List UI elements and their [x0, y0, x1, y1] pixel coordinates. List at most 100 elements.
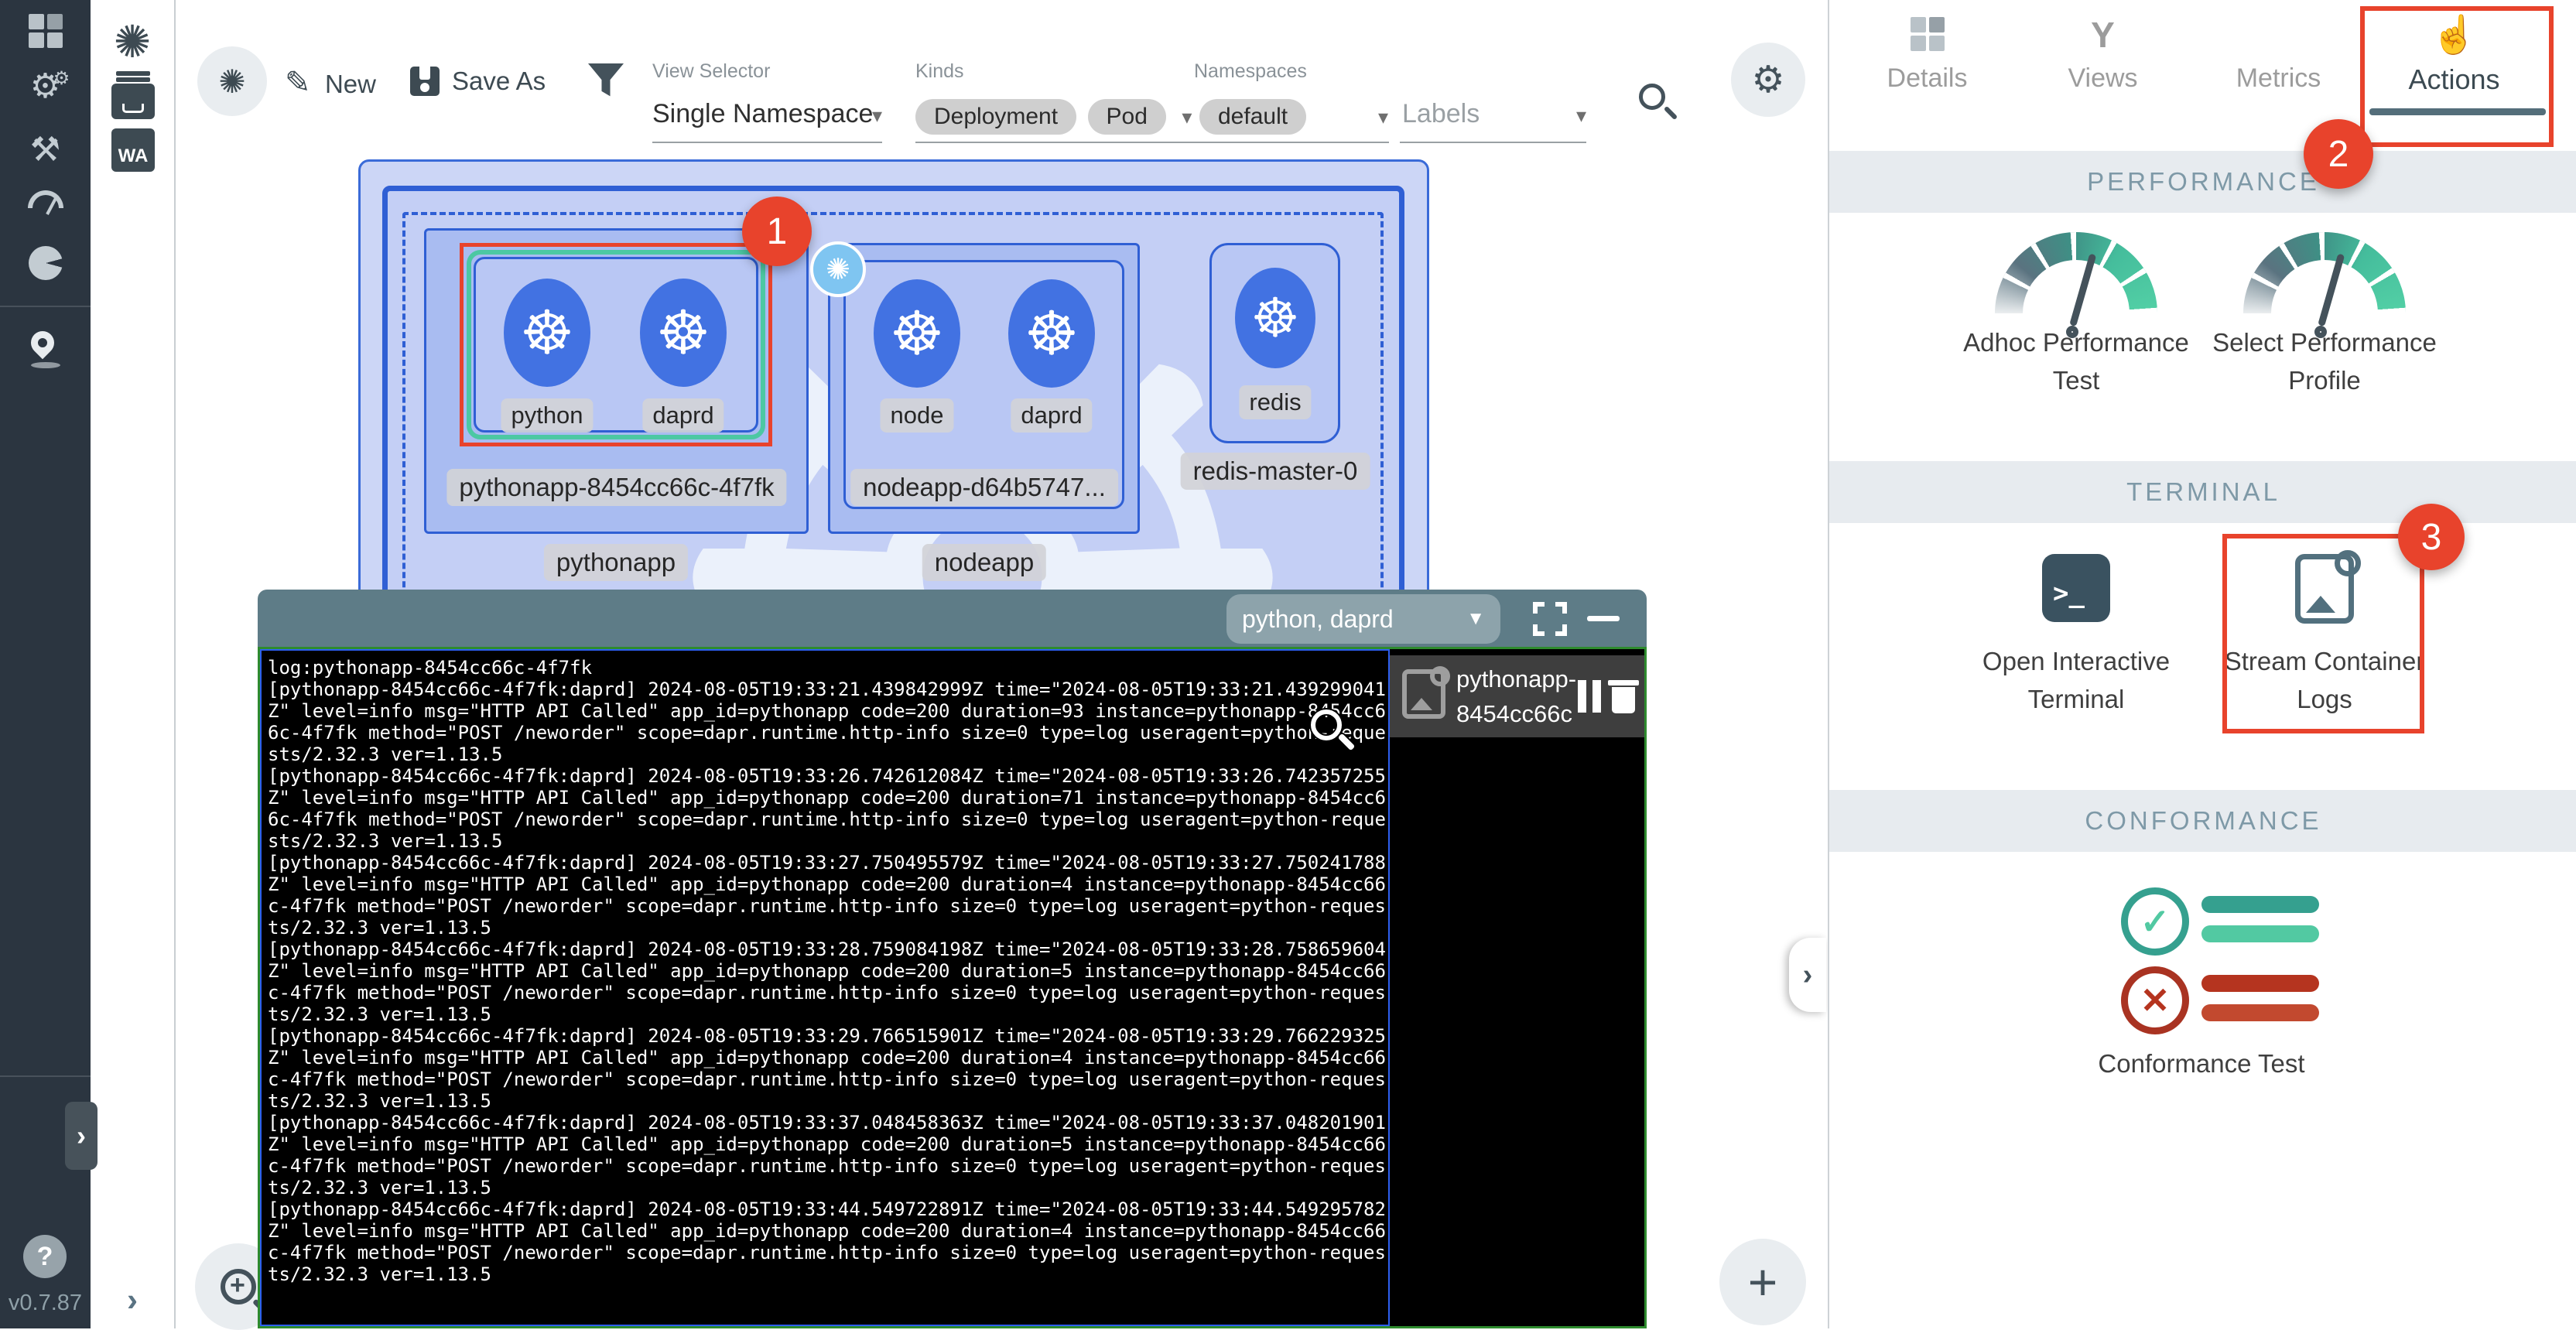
chevron-down-icon: ▾ [1182, 105, 1192, 128]
chevron-down-icon: ▼ [1466, 608, 1485, 630]
k8s-wheel-icon: ☸ [520, 303, 574, 363]
sidebar-expand-chevron[interactable]: › [65, 1102, 97, 1170]
log-entry: [pythonapp-8454cc66c-4f7fk:daprd] 2024-0… [268, 1198, 1387, 1285]
action-label: Open Interactive Terminal [1960, 642, 2192, 718]
section-header-terminal: TERMINAL [1829, 461, 2576, 523]
annotation-badge-1: 1 [742, 197, 812, 266]
namespace-chip-default[interactable]: default [1199, 99, 1306, 135]
tab-label: Details [1839, 63, 2015, 94]
annotation-box-2 [2360, 6, 2554, 147]
new-button[interactable]: ✎ New [285, 65, 376, 101]
log-entry: [pythonapp-8454cc66c-4f7fk:daprd] 2024-0… [268, 1112, 1387, 1198]
performance-gauge-icon[interactable] [28, 190, 63, 208]
action-label: Select Performance Profile [2201, 323, 2448, 399]
terminal-container-selector[interactable]: python, daprd ▼ [1226, 594, 1500, 644]
plugin-sidebar: ✺ WA › [91, 0, 176, 1328]
labels-dropdown[interactable]: Labels ▾ [1402, 99, 1586, 129]
stream-log-icon [1402, 669, 1445, 719]
k8s-wheel-icon: ☸ [656, 303, 710, 363]
terminal-log-area[interactable]: log:pythonapp-8454cc66c-4f7fk [pythonapp… [260, 649, 1390, 1326]
labels-underline [1400, 142, 1586, 143]
search-icon[interactable] [1639, 84, 1665, 110]
annotation-box-3 [2222, 534, 2424, 733]
view-selector-dropdown[interactable]: Single Namespace ▾ [652, 99, 882, 129]
configuration-tools-icon[interactable]: ⚒ [30, 130, 60, 169]
terminal-log-title: log:pythonapp-8454cc66c-4f7fk [268, 657, 1387, 679]
plugin-sidebar-chevron[interactable]: › [127, 1281, 138, 1318]
app-sidebar: ⚙⚙ ⚒ › ? v0.7.87 [0, 0, 91, 1328]
log-entry: [pythonapp-8454cc66c-4f7fk:daprd] 2024-0… [268, 679, 1387, 765]
container-daprd-2[interactable]: ☸ [1008, 279, 1095, 388]
save-as-button[interactable]: Save As [410, 67, 546, 96]
terminal-titlebar[interactable]: python, daprd ▼ [258, 590, 1647, 647]
save-as-label: Save As [452, 67, 546, 96]
view-selector-label: View Selector [652, 60, 770, 83]
chevron-down-icon: ▾ [1378, 105, 1388, 129]
extensions-pie-icon[interactable] [29, 246, 63, 280]
delete-session-icon[interactable] [1608, 677, 1639, 714]
terminal-container-selector-value: python, daprd [1242, 605, 1394, 634]
action-label: Adhoc Performance Test [1952, 323, 2200, 399]
kanvas-pin-icon[interactable] [31, 331, 60, 368]
lifecycle-gears-icon[interactable]: ⚙⚙ [30, 70, 60, 104]
help-icon[interactable]: ? [23, 1235, 67, 1278]
kind-chip-pod[interactable]: Pod [1088, 99, 1166, 135]
container-python[interactable]: ☸ [504, 279, 590, 387]
section-header-performance: PERFORMANCE [1829, 151, 2576, 213]
filter-funnel-icon[interactable] [588, 63, 624, 99]
app-version: v0.7.87 [0, 1291, 91, 1316]
dapr-pinwheel-icon[interactable]: ✺ [114, 20, 152, 65]
wasm-wa-icon[interactable]: WA [111, 128, 155, 172]
container-label: daprd [1011, 398, 1092, 433]
chevron-down-icon: ▾ [872, 104, 882, 128]
canvas-app-button[interactable]: ✺ [197, 46, 267, 116]
container-label: python [501, 398, 593, 433]
dapr-icon[interactable]: ✺ [810, 241, 866, 297]
settings-button[interactable]: ⚙ [1731, 43, 1805, 117]
tab-metrics[interactable]: Metrics [2191, 0, 2366, 116]
view-selector-underline [652, 142, 882, 143]
fullscreen-icon[interactable] [1533, 602, 1567, 636]
kind-chip-deployment[interactable]: Deployment [915, 99, 1076, 135]
session-name-line2: 8454cc66c [1456, 696, 1576, 731]
performance-gauge-icon [2243, 232, 2406, 313]
tab-label: Metrics [2191, 63, 2366, 94]
pod-label: redis-master-0 [1181, 453, 1370, 490]
terminal-prompt-icon: >_ [2042, 554, 2110, 622]
log-entry: [pythonapp-8454cc66c-4f7fk:daprd] 2024-0… [268, 1025, 1387, 1112]
archive-icon[interactable] [111, 84, 155, 119]
view-selector-value: Single Namespace [652, 99, 873, 128]
views-icon: Y [2091, 17, 2115, 53]
namespaces-underline [1194, 142, 1389, 143]
namespaces-dropdown[interactable]: default ▾ [1199, 99, 1388, 135]
container-daprd[interactable]: ☸ [640, 279, 727, 387]
pod-label: nodeapp-d64b5747... [850, 469, 1118, 506]
details-grid-icon [1911, 17, 1945, 51]
panel-collapse-chevron[interactable]: › [1789, 938, 1826, 1012]
zoom-in-icon [221, 1269, 256, 1304]
gear-icon: ⚙ [1751, 58, 1784, 101]
container-redis[interactable]: ☸ [1235, 268, 1315, 368]
section-header-conformance: CONFORMANCE [1829, 790, 2576, 852]
minimize-icon[interactable] [1587, 616, 1620, 621]
terminal-session-list: pythonapp- 8454cc66c [1390, 649, 1644, 1326]
tab-details[interactable]: Details [1839, 0, 2015, 116]
tab-label: Views [2015, 63, 2191, 94]
k8s-wheel-icon: ☸ [890, 303, 944, 364]
dashboard-icon[interactable] [29, 14, 63, 48]
pause-stream-icon[interactable] [1578, 680, 1601, 713]
add-button[interactable]: + [1719, 1239, 1806, 1325]
tab-views[interactable]: Y Views [2015, 0, 2191, 116]
annotation-badge-2: 2 [2304, 119, 2373, 189]
terminal-session-item[interactable]: pythonapp- 8454cc66c [1390, 655, 1644, 737]
save-icon [410, 67, 440, 96]
terminal-window: python, daprd ▼ log:pythonapp-8454cc66c-… [258, 590, 1647, 1328]
kinds-underline [915, 142, 1236, 143]
container-node[interactable]: ☸ [874, 279, 960, 388]
kinds-dropdown[interactable]: Deployment Pod ▾ [915, 99, 1192, 135]
chevron-down-icon: ▾ [1576, 104, 1586, 128]
kinds-label: Kinds [915, 60, 964, 83]
deployment-label: nodeapp [922, 544, 1046, 581]
performance-gauge-icon [1995, 232, 2157, 313]
container-label: node [881, 398, 954, 433]
